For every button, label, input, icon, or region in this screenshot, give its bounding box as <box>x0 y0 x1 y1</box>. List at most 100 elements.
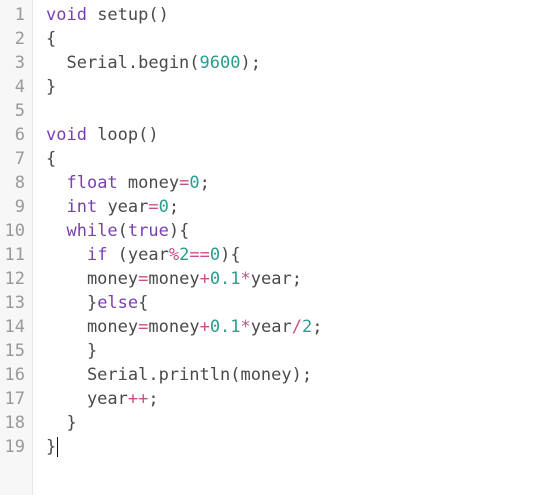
code-token: } <box>46 293 98 313</box>
code-editor[interactable]: 1 2 3 4 5 6 7 8 9 10 11 12 13 14 15 16 17 18 19 void setup… <box>0 0 541 495</box>
code-token: setup() <box>86 5 169 25</box>
code-line: } <box>46 339 97 363</box>
code-token: Serial.println(money); <box>46 365 313 385</box>
code-token: = <box>179 173 190 193</box>
code-token: year <box>97 197 149 217</box>
line-number: 3 <box>14 53 25 73</box>
code-token: } <box>46 437 57 457</box>
code-token: ; <box>199 173 210 193</box>
code-token: ); <box>240 53 261 73</box>
line-number: 4 <box>14 77 25 97</box>
code-token: 0.1 <box>209 317 241 337</box>
line-number: 13 <box>4 293 25 313</box>
code-token: } <box>46 77 57 97</box>
code-token: if <box>86 245 108 265</box>
code-token: ){ <box>168 221 190 241</box>
line-number: 15 <box>4 341 25 361</box>
line-number: 16 <box>4 365 25 385</box>
code-line: void loop() <box>46 123 159 147</box>
code-token: float <box>66 173 118 193</box>
code-line: { <box>46 147 56 171</box>
code-token: 2 <box>301 317 313 337</box>
code-line: } <box>46 435 59 459</box>
code-token: ; <box>312 317 323 337</box>
code-token: { <box>46 149 57 169</box>
code-token: 0 <box>209 245 221 265</box>
code-line: money=money+0.1*year/2; <box>46 315 323 339</box>
code-line: void setup() <box>46 3 169 27</box>
code-token: = <box>138 269 149 289</box>
code-line: Serial.println(money); <box>46 363 312 387</box>
code-line: { <box>46 27 56 51</box>
code-token: { <box>138 293 149 313</box>
code-line: Serial.begin(9600); <box>46 51 261 75</box>
line-number: 9 <box>14 197 25 217</box>
code-token: money <box>46 269 139 289</box>
code-token: void <box>46 5 87 25</box>
code-line: int year=0; <box>46 195 179 219</box>
line-number: 12 <box>4 269 25 289</box>
code-token: 0.1 <box>209 269 241 289</box>
line-number: 1 <box>14 5 25 25</box>
code-line: while(true){ <box>46 219 189 243</box>
code-token: * <box>240 269 251 289</box>
line-number-gutter: 1 2 3 4 5 6 7 8 9 10 11 12 13 14 15 16 17 18 19 <box>0 0 33 495</box>
line-number: 2 <box>14 29 25 49</box>
code-line: } <box>46 75 56 99</box>
code-token: 9600 <box>199 53 241 73</box>
line-number: 5 <box>14 101 25 121</box>
code-token: year <box>250 317 292 337</box>
code-token: void <box>46 125 87 145</box>
code-token: year; <box>250 269 302 289</box>
code-token: (year <box>107 245 169 265</box>
code-token: { <box>46 29 57 49</box>
line-number: 14 <box>4 317 25 337</box>
line-number: 8 <box>14 173 25 193</box>
line-number: 6 <box>14 125 25 145</box>
text-cursor <box>57 437 59 457</box>
code-token: } <box>46 413 77 433</box>
code-token: money <box>46 317 139 337</box>
code-token: ( <box>117 221 128 241</box>
code-token: Serial.begin( <box>46 53 200 73</box>
line-number: 18 <box>4 413 25 433</box>
code-token: while <box>66 221 118 241</box>
code-token: money <box>148 269 200 289</box>
code-token: ){ <box>220 245 241 265</box>
code-token: true <box>127 221 169 241</box>
code-token: 0 <box>189 173 200 193</box>
line-number: 19 <box>4 437 25 457</box>
code-token: int <box>66 197 98 217</box>
code-line: if (year%2==0){ <box>46 243 241 267</box>
code-token: 2 <box>179 245 190 265</box>
code-token: money <box>148 317 200 337</box>
code-line: }else{ <box>46 291 148 315</box>
code-token: else <box>97 293 139 313</box>
code-token: ++ <box>127 389 149 409</box>
code-token: year <box>46 389 128 409</box>
code-token: = <box>138 317 149 337</box>
code-token: 0 <box>158 197 169 217</box>
code-token: + <box>199 269 210 289</box>
code-token: ; <box>168 197 180 217</box>
line-number: 7 <box>14 149 25 169</box>
line-number: 10 <box>4 221 25 241</box>
code-token: } <box>46 341 98 361</box>
code-line: } <box>46 411 77 435</box>
code-line: money=money+0.1*year; <box>46 267 302 291</box>
code-token: loop() <box>86 125 159 145</box>
code-token: = <box>148 197 159 217</box>
code-token: + <box>199 317 210 337</box>
line-number: 17 <box>4 389 25 409</box>
code-token: == <box>189 245 210 265</box>
code-token: ; <box>148 389 159 409</box>
code-line: float money=0; <box>46 171 210 195</box>
code-token: money <box>117 173 180 193</box>
code-token: * <box>240 317 251 337</box>
code-token: / <box>291 317 302 337</box>
code-line: year++; <box>46 387 159 411</box>
